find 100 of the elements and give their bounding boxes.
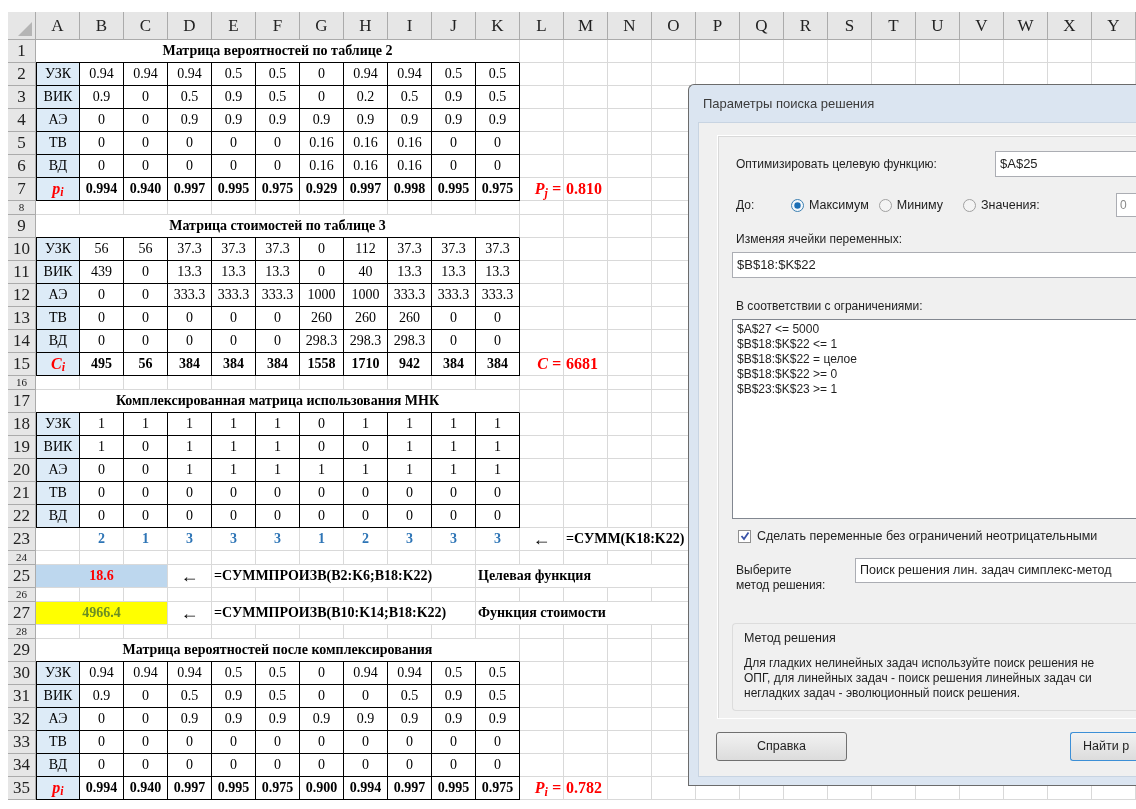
empty-cell[interactable] bbox=[608, 284, 652, 307]
empty-cell[interactable] bbox=[608, 307, 652, 330]
row-header[interactable]: 4 bbox=[8, 109, 36, 132]
empty-cell[interactable] bbox=[520, 505, 564, 528]
empty-cell[interactable] bbox=[520, 261, 564, 284]
empty-cell[interactable] bbox=[212, 625, 256, 639]
help-button[interactable]: Справка bbox=[716, 732, 847, 761]
column-header[interactable]: E bbox=[212, 12, 256, 40]
empty-cell[interactable] bbox=[608, 40, 652, 63]
empty-cell[interactable] bbox=[80, 201, 124, 215]
empty-cell[interactable] bbox=[168, 551, 212, 565]
empty-cell[interactable] bbox=[300, 625, 344, 639]
empty-cell[interactable] bbox=[520, 109, 564, 132]
row-header[interactable]: 10 bbox=[8, 238, 36, 261]
column-header[interactable]: S bbox=[828, 12, 872, 40]
empty-cell[interactable] bbox=[344, 201, 388, 215]
constraint-item[interactable]: $A$27 <= 5000 bbox=[737, 322, 820, 337]
empty-cell[interactable] bbox=[1004, 40, 1048, 63]
empty-cell[interactable] bbox=[564, 639, 608, 662]
empty-cell[interactable] bbox=[212, 551, 256, 565]
empty-cell[interactable] bbox=[1092, 40, 1136, 63]
empty-cell[interactable] bbox=[476, 201, 520, 215]
empty-cell[interactable] bbox=[520, 754, 564, 777]
empty-cell[interactable] bbox=[520, 330, 564, 353]
empty-cell[interactable] bbox=[124, 625, 168, 639]
empty-cell[interactable] bbox=[608, 685, 652, 708]
empty-cell[interactable] bbox=[564, 588, 608, 602]
empty-cell[interactable] bbox=[520, 238, 564, 261]
empty-cell[interactable] bbox=[476, 625, 520, 639]
empty-cell[interactable] bbox=[520, 459, 564, 482]
empty-cell[interactable] bbox=[564, 551, 608, 565]
column-header[interactable]: I bbox=[388, 12, 432, 40]
empty-cell[interactable] bbox=[608, 413, 652, 436]
empty-cell[interactable] bbox=[608, 551, 652, 565]
empty-cell[interactable] bbox=[520, 588, 564, 602]
empty-cell[interactable] bbox=[608, 201, 652, 215]
empty-cell[interactable] bbox=[300, 588, 344, 602]
empty-cell[interactable] bbox=[608, 86, 652, 109]
empty-cell[interactable] bbox=[608, 708, 652, 731]
empty-cell[interactable] bbox=[300, 551, 344, 565]
column-header[interactable]: L bbox=[520, 12, 564, 40]
empty-cell[interactable] bbox=[432, 588, 476, 602]
empty-cell[interactable] bbox=[168, 625, 212, 639]
empty-cell[interactable] bbox=[564, 40, 608, 63]
empty-cell[interactable] bbox=[916, 40, 960, 63]
checkbox[interactable] bbox=[738, 529, 751, 543]
empty-cell[interactable] bbox=[520, 551, 564, 565]
column-header[interactable]: B bbox=[80, 12, 124, 40]
row-header[interactable]: 5 bbox=[8, 132, 36, 155]
objective-field[interactable]: $A$25 bbox=[995, 151, 1136, 177]
column-header[interactable]: Q bbox=[740, 12, 784, 40]
empty-cell[interactable] bbox=[608, 63, 652, 86]
empty-cell[interactable] bbox=[432, 201, 476, 215]
row-header[interactable]: 6 bbox=[8, 155, 36, 178]
empty-cell[interactable] bbox=[828, 40, 872, 63]
empty-cell[interactable] bbox=[520, 662, 564, 685]
empty-cell[interactable] bbox=[784, 40, 828, 63]
row-header[interactable]: 27 bbox=[8, 602, 36, 625]
row-header[interactable]: 9 bbox=[8, 215, 36, 238]
empty-cell[interactable] bbox=[520, 155, 564, 178]
empty-cell[interactable] bbox=[608, 731, 652, 754]
row-header[interactable]: 7 bbox=[8, 178, 36, 201]
row-header[interactable]: 24 bbox=[8, 551, 36, 565]
empty-cell[interactable] bbox=[388, 201, 432, 215]
empty-cell[interactable] bbox=[564, 155, 608, 178]
row-header[interactable]: 35 bbox=[8, 777, 36, 800]
empty-cell[interactable] bbox=[388, 551, 432, 565]
row-header[interactable]: 14 bbox=[8, 330, 36, 353]
empty-cell[interactable] bbox=[520, 685, 564, 708]
select-all-icon[interactable] bbox=[18, 22, 32, 36]
empty-cell[interactable] bbox=[564, 731, 608, 754]
row-header[interactable]: 28 bbox=[8, 625, 36, 639]
empty-cell[interactable] bbox=[476, 588, 520, 602]
column-header[interactable]: C bbox=[124, 12, 168, 40]
row-header[interactable]: 21 bbox=[8, 482, 36, 505]
column-header[interactable]: A bbox=[36, 12, 80, 40]
empty-cell[interactable] bbox=[564, 201, 608, 215]
empty-cell[interactable] bbox=[520, 376, 564, 390]
row-header[interactable]: 34 bbox=[8, 754, 36, 777]
empty-cell[interactable] bbox=[696, 40, 740, 63]
empty-cell[interactable] bbox=[564, 215, 608, 238]
row-header[interactable]: 33 bbox=[8, 731, 36, 754]
empty-cell[interactable] bbox=[80, 376, 124, 390]
empty-cell[interactable] bbox=[608, 132, 652, 155]
row-header[interactable]: 26 bbox=[8, 588, 36, 602]
row-header[interactable]: 31 bbox=[8, 685, 36, 708]
row-header[interactable]: 30 bbox=[8, 662, 36, 685]
row-header[interactable]: 12 bbox=[8, 284, 36, 307]
column-header[interactable]: H bbox=[344, 12, 388, 40]
empty-cell[interactable] bbox=[212, 588, 256, 602]
empty-cell[interactable] bbox=[608, 353, 652, 376]
empty-cell[interactable] bbox=[564, 109, 608, 132]
radio-button[interactable] bbox=[878, 198, 892, 212]
column-header[interactable]: F bbox=[256, 12, 300, 40]
empty-cell[interactable] bbox=[564, 376, 608, 390]
empty-cell[interactable] bbox=[124, 201, 168, 215]
empty-cell[interactable] bbox=[520, 708, 564, 731]
empty-cell[interactable] bbox=[256, 376, 300, 390]
column-header[interactable]: J bbox=[432, 12, 476, 40]
empty-cell[interactable] bbox=[432, 376, 476, 390]
